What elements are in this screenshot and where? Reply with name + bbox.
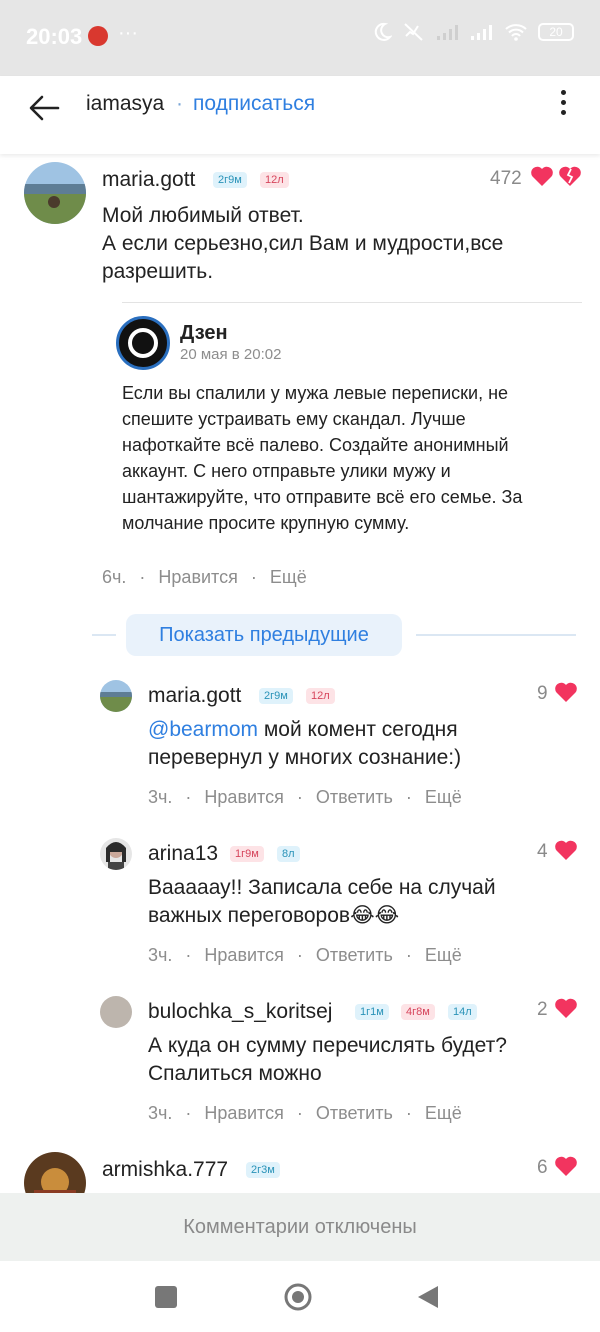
like-button[interactable]: Нравится bbox=[204, 945, 283, 965]
comment-text: А куда он сумму перечислять будет? Спали… bbox=[148, 1034, 507, 1085]
comment-time: 3ч. bbox=[148, 945, 173, 965]
age-badge: 12л bbox=[260, 172, 289, 188]
mute-icon bbox=[404, 23, 423, 41]
square-nav-icon[interactable] bbox=[155, 1286, 177, 1308]
heart-icon[interactable] bbox=[530, 165, 554, 187]
quote-date: 20 мая в 20:02 bbox=[180, 346, 282, 363]
like-button[interactable]: Нравится bbox=[158, 567, 237, 587]
home-nav-icon[interactable] bbox=[283, 1282, 313, 1312]
signal-icon bbox=[471, 25, 492, 40]
subscribe-link[interactable]: подписаться bbox=[193, 92, 315, 116]
avatar[interactable] bbox=[24, 162, 86, 224]
member-badge: 4г8м bbox=[401, 1004, 435, 1020]
comment-meta: 3ч. · Нравится · Ответить · Ещё bbox=[148, 787, 462, 807]
comment-meta: 3ч. · Нравится · Ответить · Ещё bbox=[148, 1103, 462, 1123]
signal-off-icon bbox=[437, 25, 458, 40]
reply-button[interactable]: Ответить bbox=[316, 945, 393, 965]
app-notification-icon bbox=[88, 26, 108, 46]
more-button[interactable]: Ещё bbox=[425, 1103, 462, 1123]
comment-time: 6ч. bbox=[102, 567, 127, 587]
heart-icon[interactable] bbox=[554, 839, 578, 861]
comment-author[interactable]: maria.gott bbox=[148, 684, 241, 708]
reply-button[interactable]: Ответить bbox=[316, 787, 393, 807]
comment-time: 3ч. bbox=[148, 787, 173, 807]
moon-icon bbox=[374, 22, 392, 41]
broken-heart-icon[interactable] bbox=[558, 165, 582, 187]
status-more-dots: ··· bbox=[118, 22, 138, 44]
member-badge: 1г9м bbox=[230, 846, 264, 862]
header-separator: · bbox=[176, 92, 183, 115]
wifi-icon bbox=[505, 24, 527, 41]
like-count: 4 bbox=[537, 841, 548, 862]
comment-author[interactable]: arina13 bbox=[148, 842, 218, 866]
mention-link[interactable]: @bearmom bbox=[148, 718, 258, 741]
divider bbox=[92, 634, 116, 636]
like-count: 2 bbox=[537, 999, 548, 1020]
heart-icon[interactable] bbox=[554, 997, 578, 1019]
age-badge: 12л bbox=[306, 688, 335, 704]
divider bbox=[416, 634, 576, 636]
back-nav-icon[interactable] bbox=[416, 1284, 440, 1310]
heart-icon[interactable] bbox=[554, 1155, 578, 1177]
member-badge: 2г9м bbox=[213, 172, 247, 188]
header-username[interactable]: iamasya bbox=[86, 92, 164, 116]
age-badge: 14л bbox=[448, 1004, 477, 1020]
comment-author[interactable]: bulochka_s_koritsej bbox=[148, 1000, 332, 1024]
battery-icon: 20 bbox=[538, 23, 574, 41]
avatar[interactable] bbox=[100, 838, 132, 870]
comment-time: 3ч. bbox=[148, 1103, 173, 1123]
comment-meta: 3ч. · Нравится · Ответить · Ещё bbox=[148, 945, 462, 965]
app-header: iamasya · подписаться bbox=[0, 76, 600, 154]
avatar[interactable] bbox=[100, 680, 132, 712]
more-button[interactable]: Ещё bbox=[270, 567, 307, 587]
avatar[interactable] bbox=[100, 996, 132, 1028]
comment-text: Мой любимый ответ. А если серьезно,сил В… bbox=[102, 204, 504, 283]
quote-text: Если вы спалили у мужа левые переписки, … bbox=[122, 383, 523, 533]
comment-text: @bearmom мой комент сегодня перевернул у… bbox=[148, 718, 462, 769]
more-button[interactable]: Ещё bbox=[425, 945, 462, 965]
status-icons: 20 bbox=[372, 22, 574, 42]
more-button[interactable]: Ещё bbox=[425, 787, 462, 807]
comment-author[interactable]: armishka.777 bbox=[102, 1158, 228, 1182]
status-time: 20:03 bbox=[26, 24, 83, 49]
member-badge: 2г9м bbox=[259, 688, 293, 704]
comments-disabled-text: Комментарии отключены bbox=[183, 1216, 417, 1238]
battery-level: 20 bbox=[549, 25, 563, 39]
more-vertical-icon[interactable] bbox=[556, 90, 570, 122]
age-badge: 8л bbox=[277, 846, 300, 862]
quote-source: Дзен bbox=[180, 322, 228, 344]
like-count: 472 bbox=[490, 168, 522, 189]
reply-button[interactable]: Ответить bbox=[316, 1103, 393, 1123]
member-badge: 1г1м bbox=[355, 1004, 389, 1020]
heart-icon[interactable] bbox=[554, 681, 578, 703]
back-arrow-icon[interactable] bbox=[24, 88, 64, 128]
like-button[interactable]: Нравится bbox=[204, 787, 283, 807]
comment-author[interactable]: maria.gott bbox=[102, 168, 195, 192]
member-badge: 2г3м bbox=[246, 1162, 280, 1178]
comment-text: Вааааау!! Записала себе на случай важных… bbox=[148, 876, 496, 927]
like-button[interactable]: Нравится bbox=[204, 1103, 283, 1123]
zen-logo-icon bbox=[116, 316, 170, 370]
like-count: 6 bbox=[537, 1157, 548, 1178]
like-count: 9 bbox=[537, 683, 548, 704]
comment-meta: 6ч. · Нравится · Ещё bbox=[102, 567, 307, 587]
show-previous-button[interactable]: Показать предыдущие bbox=[126, 614, 402, 656]
